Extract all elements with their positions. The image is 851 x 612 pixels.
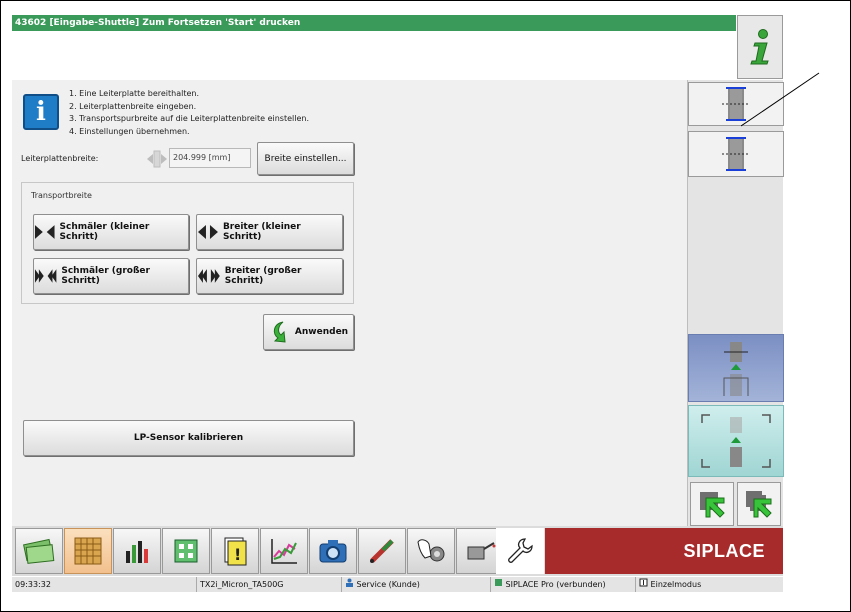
user-icon [346, 578, 353, 587]
help-button[interactable] [737, 15, 783, 79]
wide-arrows-icon [197, 225, 218, 239]
instruction-step: 4. Einstellungen übernehmen. [69, 126, 190, 136]
callout-line [741, 72, 820, 127]
connection-icon [495, 579, 502, 586]
transport-width-group: Transportbreite Schmäler (kleiner Schrit… [21, 182, 354, 304]
main-panel: i 1. Eine Leiterplatte bereithalten. 2. … [12, 80, 687, 526]
mode-icon [639, 578, 648, 587]
calibrate-sensor-button[interactable]: LP-Sensor kalibrieren [23, 420, 354, 456]
apply-button[interactable]: Anwenden [263, 314, 354, 350]
line-chart-icon [271, 539, 297, 564]
button-label: Breiter (großer Schritt) [224, 266, 302, 286]
board-icon [174, 539, 198, 563]
transport-step-button[interactable] [690, 482, 734, 526]
board-transport-icon [723, 342, 749, 396]
info-icon: i [23, 94, 59, 130]
taskbar-warning-button[interactable]: ! [211, 528, 259, 574]
button-label: Schmäler (großer Schritt) [61, 266, 150, 286]
instruction-step: 2. Leiterplattenbreite eingeben. [69, 101, 197, 111]
right-toolbar [687, 80, 784, 526]
wide-double-arrows-icon [197, 269, 220, 283]
transport-fast-button[interactable] [737, 482, 781, 526]
group-title: Transportbreite [31, 191, 92, 200]
svg-text:!: ! [234, 545, 241, 564]
lane-width-alt-button[interactable] [688, 131, 784, 177]
warning-icon: ! [224, 537, 247, 566]
instruction-step: 3. Transportspurbreite auf die Leiterpla… [69, 114, 309, 123]
wider-small-step-button[interactable]: Breiter (kleiner Schritt) [196, 214, 343, 250]
taskbar-trend-button[interactable] [260, 528, 308, 574]
instruction-list: 1. Eine Leiterplatte bereithalten. 2. Le… [69, 88, 309, 138]
taskbar-board-button[interactable] [162, 528, 210, 574]
width-arrows-icon [147, 150, 167, 168]
status-user: Service (Kunde) [341, 577, 420, 592]
status-connection: SIPLACE Pro (verbunden) [490, 577, 606, 592]
tool-icon [370, 539, 394, 563]
instruction-step: 1. Eine Leiterplatte bereithalten. [69, 89, 199, 98]
green-arrow-icon [700, 492, 725, 518]
taskbar-grid-button[interactable] [64, 528, 112, 574]
status-machine: TX2i_Micron_TA500G [196, 577, 284, 592]
board-width-input[interactable]: 204.999 [mm] [169, 148, 251, 168]
brand-logo: SIPLACE [545, 528, 783, 574]
taskbar-settings-button[interactable] [407, 528, 455, 574]
taskbar-money-button[interactable] [15, 528, 63, 574]
status-user-label: Service (Kunde) [356, 580, 420, 589]
wider-large-step-button[interactable]: Breiter (großer Schritt) [196, 258, 343, 294]
camera-icon [319, 540, 347, 563]
green-double-arrow-icon [746, 491, 772, 518]
board-transport-out-button[interactable] [688, 405, 784, 477]
application-window: 43602 [Eingabe-Shuttle] Zum Fortsetzen '… [0, 0, 851, 612]
money-icon [23, 538, 55, 564]
oil-can-icon [467, 542, 496, 560]
narrower-small-step-button[interactable]: Schmäler (kleiner Schritt) [33, 214, 189, 250]
status-connection-label: SIPLACE Pro (verbunden) [505, 580, 606, 589]
grid-icon [74, 537, 102, 565]
button-label: Anwenden [294, 327, 349, 337]
button-label: Schmäler (kleiner Schritt) [59, 222, 150, 242]
board-transport-out-icon [701, 414, 771, 468]
bar-chart-icon [126, 541, 148, 563]
lane-width-alt-icon [722, 137, 750, 171]
board-transport-in-button[interactable] [688, 334, 784, 402]
narrower-large-step-button[interactable]: Schmäler (großer Schritt) [33, 258, 189, 294]
status-mode-label: Einzelmodus [650, 580, 702, 589]
header-area [12, 31, 736, 80]
apply-arrow-icon [273, 321, 286, 343]
width-label: Leiterplattenbreite: [21, 154, 99, 163]
gear-hand-icon [417, 539, 445, 562]
taskbar: ! SIPLACE [12, 526, 783, 576]
info-icon [750, 29, 769, 65]
set-width-button[interactable]: Breite einstellen... [257, 142, 354, 175]
title-bar: 43602 [Eingabe-Shuttle] Zum Fortsetzen '… [12, 15, 736, 31]
taskbar-tool-button[interactable] [358, 528, 406, 574]
taskbar-service-button[interactable] [496, 528, 544, 574]
narrow-double-arrows-icon [34, 269, 57, 283]
taskbar-camera-button[interactable] [309, 528, 357, 574]
wrench-icon [508, 538, 533, 563]
button-label: Breiter (kleiner Schritt) [222, 222, 301, 242]
status-time: 09:33:32 [15, 580, 51, 589]
status-bar: 09:33:32 TX2i_Micron_TA500G Service (Kun… [12, 577, 783, 592]
status-mode: Einzelmodus [635, 577, 701, 592]
taskbar-statistics-button[interactable] [113, 528, 161, 574]
narrow-arrows-icon [34, 225, 55, 239]
